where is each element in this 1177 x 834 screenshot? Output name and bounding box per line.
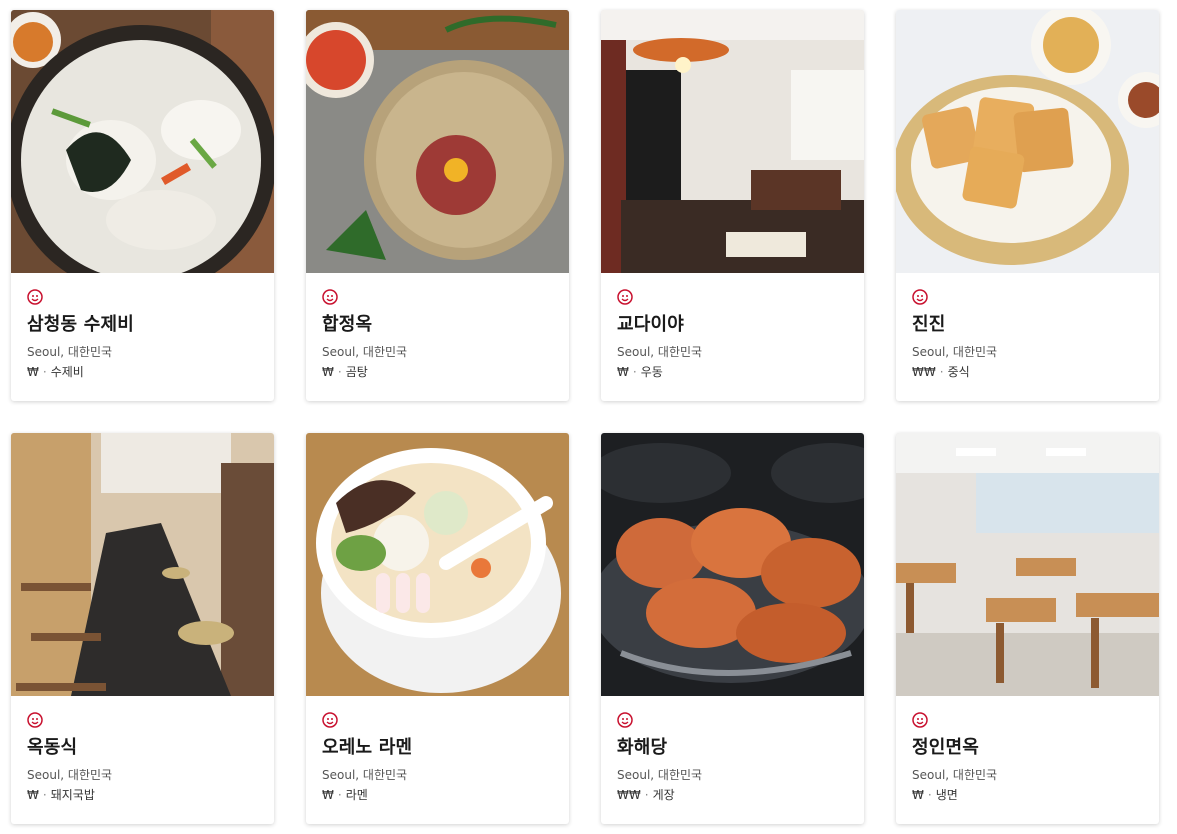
restaurant-name[interactable]: 진진 xyxy=(912,313,1143,337)
price-level: ₩₩ xyxy=(617,788,641,802)
cuisine-type: 수제비 xyxy=(50,365,84,379)
restaurant-name[interactable]: 합정옥 xyxy=(322,313,553,337)
meta-separator: · xyxy=(337,788,342,802)
dining-hall-interior-photo xyxy=(896,433,1159,696)
cuisine-type: 우동 xyxy=(640,365,663,379)
meta-separator: · xyxy=(42,788,47,802)
restaurant-meta: ₩₩ · 중식 xyxy=(912,363,1143,381)
bib-gourmand-icon xyxy=(27,289,43,305)
restaurant-meta: ₩ · 수제비 xyxy=(27,363,258,381)
restaurant-photo[interactable] xyxy=(11,10,274,273)
meta-separator: · xyxy=(632,365,637,379)
cuisine-type: 곰탕 xyxy=(345,365,368,379)
bib-gourmand-icon xyxy=(617,712,633,728)
restaurant-location: Seoul, 대한민국 xyxy=(322,768,408,782)
price-level: ₩ xyxy=(27,788,39,802)
bib-gourmand-icon xyxy=(27,712,43,728)
restaurant-card[interactable]: 진진 Seoul, 대한민국 ₩₩ · 중식 xyxy=(896,10,1159,401)
bib-gourmand-icon xyxy=(617,289,633,305)
yukhoe-plate-photo xyxy=(306,10,569,273)
restaurant-photo[interactable] xyxy=(11,433,274,696)
cuisine-type: 냉면 xyxy=(935,788,958,802)
price-level: ₩ xyxy=(617,365,629,379)
restaurant-location: Seoul, 대한민국 xyxy=(912,345,998,359)
restaurant-photo[interactable] xyxy=(306,433,569,696)
cuisine-type: 돼지국밥 xyxy=(50,788,95,802)
restaurant-meta: ₩₩ · 게장 xyxy=(617,786,848,804)
marinated-crab-photo xyxy=(601,433,864,696)
price-level: ₩ xyxy=(912,788,924,802)
restaurant-meta: ₩ · 냉면 xyxy=(912,786,1143,804)
restaurant-location: Seoul, 대한민국 xyxy=(617,345,703,359)
restaurant-grid: 삼청동 수제비 Seoul, 대한민국 ₩ · 수제비 합정옥 Seoul, 대… xyxy=(11,10,1163,824)
restaurant-location: Seoul, 대한민국 xyxy=(322,345,408,359)
restaurant-card[interactable]: 교다이야 Seoul, 대한민국 ₩ · 우동 xyxy=(601,10,864,401)
restaurant-photo[interactable] xyxy=(896,433,1159,696)
restaurant-name[interactable]: 삼청동 수제비 xyxy=(27,313,258,337)
price-level: ₩ xyxy=(27,365,39,379)
restaurant-card[interactable]: 합정옥 Seoul, 대한민국 ₩ · 곰탕 xyxy=(306,10,569,401)
restaurant-name[interactable]: 옥동식 xyxy=(27,736,258,760)
cuisine-type: 게장 xyxy=(652,788,675,802)
restaurant-location: Seoul, 대한민국 xyxy=(912,768,998,782)
udon-restaurant-interior-photo xyxy=(601,10,864,273)
counter-bar-interior-photo xyxy=(11,433,274,696)
restaurant-photo[interactable] xyxy=(601,10,864,273)
restaurant-name[interactable]: 오레노 라멘 xyxy=(322,736,553,760)
restaurant-name[interactable]: 정인면옥 xyxy=(912,736,1143,760)
meta-separator: · xyxy=(337,365,342,379)
restaurant-meta: ₩ · 우동 xyxy=(617,363,848,381)
price-level: ₩ xyxy=(322,365,334,379)
meta-separator: · xyxy=(42,365,47,379)
meta-separator: · xyxy=(927,788,932,802)
meta-separator: · xyxy=(939,365,944,379)
meta-separator: · xyxy=(644,788,649,802)
bib-gourmand-icon xyxy=(912,712,928,728)
restaurant-location: Seoul, 대한민국 xyxy=(27,345,113,359)
bib-gourmand-icon xyxy=(322,289,338,305)
restaurant-card[interactable]: 삼청동 수제비 Seoul, 대한민국 ₩ · 수제비 xyxy=(11,10,274,401)
bib-gourmand-icon xyxy=(322,712,338,728)
restaurant-photo[interactable] xyxy=(601,433,864,696)
restaurant-meta: ₩ · 돼지국밥 xyxy=(27,786,258,804)
ramen-bowl-photo xyxy=(306,433,569,696)
restaurant-photo[interactable] xyxy=(306,10,569,273)
restaurant-location: Seoul, 대한민국 xyxy=(27,768,113,782)
restaurant-card[interactable]: 정인면옥 Seoul, 대한민국 ₩ · 냉면 xyxy=(896,433,1159,824)
price-level: ₩₩ xyxy=(912,365,936,379)
price-level: ₩ xyxy=(322,788,334,802)
bib-gourmand-icon xyxy=(912,289,928,305)
restaurant-card[interactable]: 오레노 라멘 Seoul, 대한민국 ₩ · 라멘 xyxy=(306,433,569,824)
restaurant-location: Seoul, 대한민국 xyxy=(617,768,703,782)
fried-toast-basket-photo xyxy=(896,10,1159,273)
restaurant-photo[interactable] xyxy=(896,10,1159,273)
restaurant-meta: ₩ · 곰탕 xyxy=(322,363,553,381)
cuisine-type: 라멘 xyxy=(345,788,368,802)
restaurant-meta: ₩ · 라멘 xyxy=(322,786,553,804)
restaurant-card[interactable]: 화해당 Seoul, 대한민국 ₩₩ · 게장 xyxy=(601,433,864,824)
cuisine-type: 중식 xyxy=(947,365,970,379)
restaurant-name[interactable]: 화해당 xyxy=(617,736,848,760)
sujebi-soup-photo xyxy=(11,10,274,273)
restaurant-name[interactable]: 교다이야 xyxy=(617,313,848,337)
restaurant-card[interactable]: 옥동식 Seoul, 대한민국 ₩ · 돼지국밥 xyxy=(11,433,274,824)
